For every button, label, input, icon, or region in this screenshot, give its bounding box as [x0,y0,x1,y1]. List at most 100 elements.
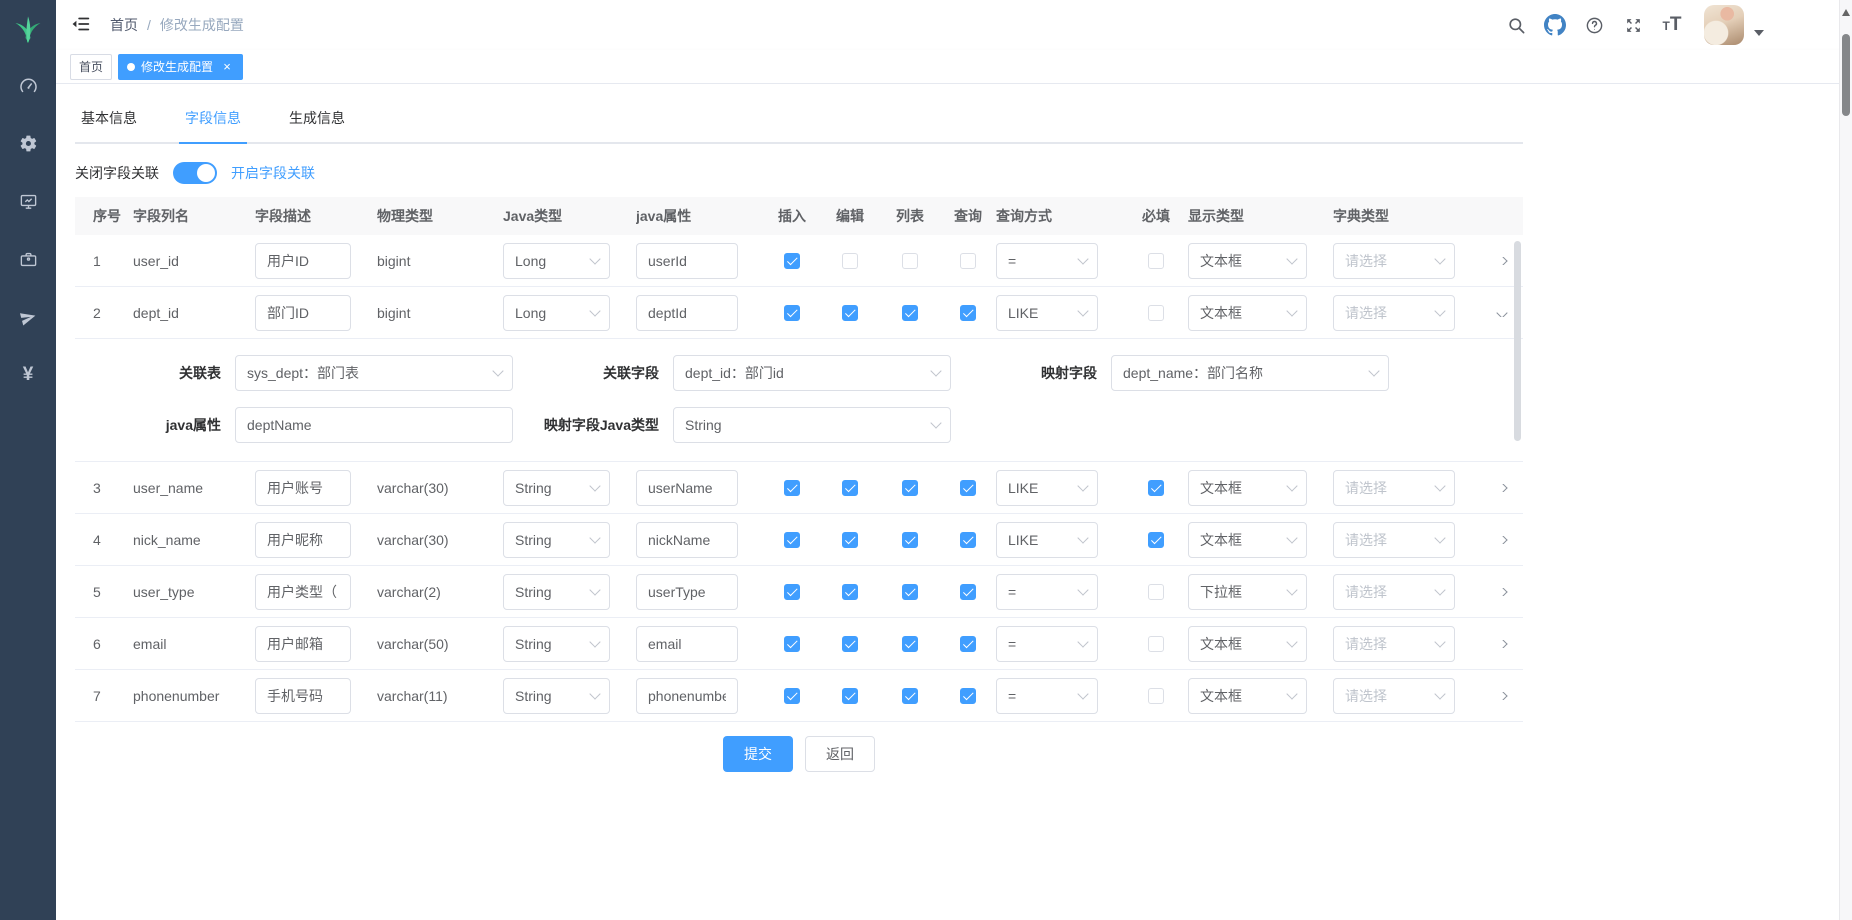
github-icon[interactable] [1544,14,1566,36]
column-comment-input[interactable] [255,470,351,506]
query-type-select[interactable]: = [996,626,1098,662]
edit-checkbox[interactable] [842,305,858,321]
query-checkbox[interactable] [960,532,976,548]
java-field-input[interactable] [636,295,738,331]
scroll-up-arrow-icon[interactable] [1842,9,1850,16]
insert-checkbox[interactable] [784,584,800,600]
dict-type-select[interactable]: 请选择 [1333,295,1455,331]
sidebar-item-money[interactable]: ¥ [0,346,56,404]
expand-row-button[interactable] [1481,588,1523,596]
required-checkbox[interactable] [1148,688,1164,704]
query-checkbox[interactable] [960,305,976,321]
dict-type-select[interactable]: 请选择 [1333,574,1455,610]
fullscreen-icon[interactable] [1622,14,1644,36]
query-checkbox[interactable] [960,584,976,600]
java-type-select[interactable]: String [503,470,610,506]
column-comment-input[interactable] [255,574,351,610]
list-checkbox[interactable] [902,584,918,600]
display-type-select[interactable]: 文本框 [1188,678,1307,714]
column-comment-input[interactable] [255,522,351,558]
edit-checkbox[interactable] [842,480,858,496]
assoc-table-select[interactable]: sys_dept：部门表 [235,355,513,391]
user-menu[interactable] [1704,5,1764,45]
dict-type-select[interactable]: 请选择 [1333,626,1455,662]
display-type-select[interactable]: 文本框 [1188,470,1307,506]
list-checkbox[interactable] [902,636,918,652]
dict-type-select[interactable]: 请选择 [1333,678,1455,714]
sidebar-item-guide[interactable] [0,288,56,346]
list-checkbox[interactable] [902,305,918,321]
insert-checkbox[interactable] [784,253,800,269]
java-field-input[interactable] [636,574,738,610]
user-avatar[interactable] [1704,5,1744,45]
field-association-toggle[interactable] [173,162,217,184]
page-scrollbar[interactable] [1839,0,1852,920]
display-type-select[interactable]: 文本框 [1188,243,1307,279]
insert-checkbox[interactable] [784,480,800,496]
app-logo[interactable] [0,0,56,56]
expand-row-button[interactable] [1481,536,1523,544]
java-attr-input[interactable] [235,407,513,443]
expand-row-button[interactable] [1481,640,1523,648]
query-checkbox[interactable] [960,688,976,704]
java-type-select[interactable]: String [503,626,610,662]
java-type-select[interactable]: Long [503,295,610,331]
expand-row-button[interactable] [1481,484,1523,492]
sidebar-item-monitor[interactable] [0,172,56,230]
java-type-select[interactable]: String [503,574,610,610]
java-field-input[interactable] [636,626,738,662]
search-icon[interactable] [1505,14,1527,36]
insert-checkbox[interactable] [784,636,800,652]
java-type-select[interactable]: String [503,522,610,558]
query-type-select[interactable]: = [996,243,1098,279]
java-field-input[interactable] [636,243,738,279]
display-type-select[interactable]: 文本框 [1188,522,1307,558]
display-type-select[interactable]: 下拉框 [1188,574,1307,610]
tab-columns[interactable]: 字段信息 [179,104,247,142]
tab-basic[interactable]: 基本信息 [75,104,143,142]
insert-checkbox[interactable] [784,688,800,704]
java-type-select[interactable]: Long [503,243,610,279]
column-comment-input[interactable] [255,678,351,714]
edit-checkbox[interactable] [842,253,858,269]
query-type-select[interactable]: LIKE [996,295,1098,331]
required-checkbox[interactable] [1148,532,1164,548]
insert-checkbox[interactable] [784,532,800,548]
tag-home[interactable]: 首页 [70,54,112,80]
insert-checkbox[interactable] [784,305,800,321]
close-icon[interactable]: × [220,59,234,74]
breadcrumb-home[interactable]: 首页 [110,15,138,35]
query-checkbox[interactable] [960,480,976,496]
assoc-field-select[interactable]: dept_id：部门id [673,355,951,391]
list-checkbox[interactable] [902,688,918,704]
required-checkbox[interactable] [1148,480,1164,496]
java-type-select[interactable]: String [503,678,610,714]
font-size-icon[interactable]: TT [1661,14,1683,36]
dict-type-select[interactable]: 请选择 [1333,243,1455,279]
query-type-select[interactable]: = [996,678,1098,714]
java-field-input[interactable] [636,470,738,506]
java-field-input[interactable] [636,678,738,714]
column-comment-input[interactable] [255,243,351,279]
query-type-select[interactable]: LIKE [996,522,1098,558]
required-checkbox[interactable] [1148,253,1164,269]
java-field-input[interactable] [636,522,738,558]
column-comment-input[interactable] [255,626,351,662]
tag-gen-edit[interactable]: 修改生成配置× [118,54,243,80]
query-checkbox[interactable] [960,253,976,269]
display-type-select[interactable]: 文本框 [1188,295,1307,331]
sidebar-fold-icon[interactable] [70,13,94,37]
query-type-select[interactable]: LIKE [996,470,1098,506]
query-checkbox[interactable] [960,636,976,652]
sidebar-item-dashboard[interactable] [0,56,56,114]
query-type-select[interactable]: = [996,574,1098,610]
list-checkbox[interactable] [902,532,918,548]
sidebar-item-system[interactable] [0,114,56,172]
help-icon[interactable] [1583,14,1605,36]
map-field-select[interactable]: dept_name：部门名称 [1111,355,1389,391]
list-checkbox[interactable] [902,480,918,496]
back-button[interactable]: 返回 [805,736,875,772]
list-checkbox[interactable] [902,253,918,269]
map-java-type-select[interactable]: String [673,407,951,443]
dict-type-select[interactable]: 请选择 [1333,522,1455,558]
